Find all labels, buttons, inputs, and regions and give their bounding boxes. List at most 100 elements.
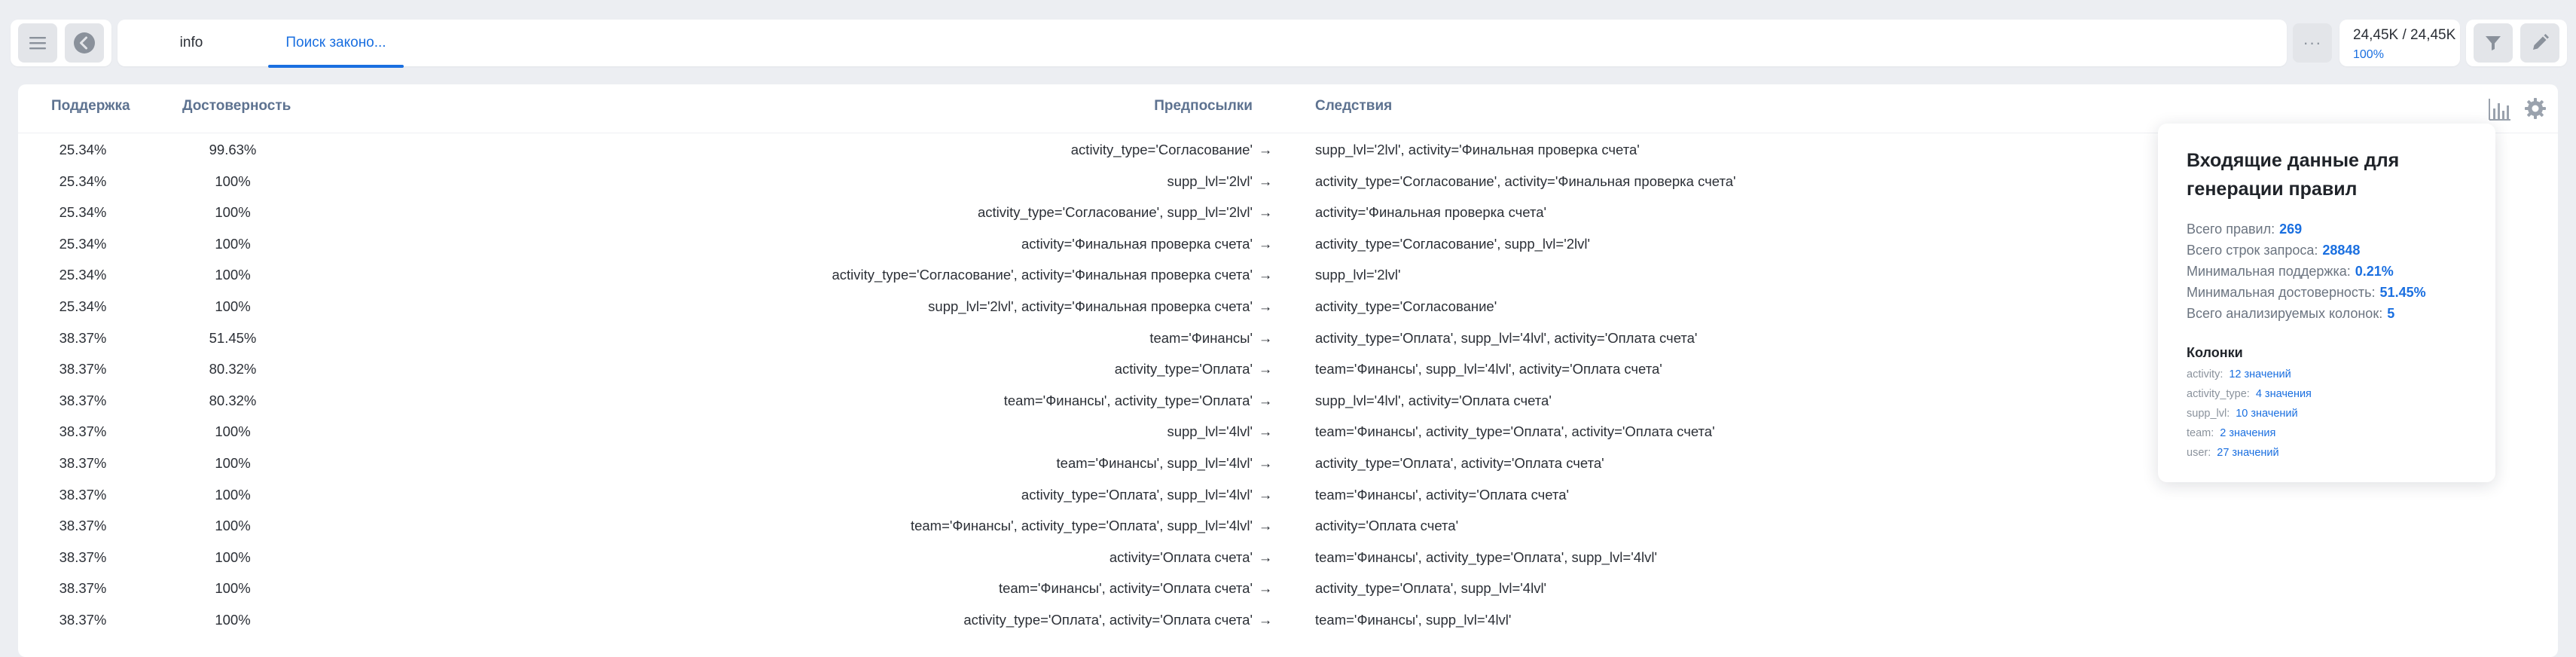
premise-cell: activity_type='Оплата', activity='Оплата… xyxy=(963,611,1253,628)
confidence-cell: 100% xyxy=(215,423,251,440)
table-row[interactable]: 38.37% 100% activity='Оплата счета' → te… xyxy=(18,542,2558,573)
support-cell: 38.37% xyxy=(59,611,107,628)
consequent-cell: team='Финансы', activity_type='Оплата', … xyxy=(1315,549,1658,565)
header-premises[interactable]: Предпосылки xyxy=(1154,98,1253,115)
support-cell: 38.37% xyxy=(59,392,107,408)
support-cell: 38.37% xyxy=(59,361,107,377)
support-cell: 25.34% xyxy=(59,235,107,252)
consequent-cell: activity_type='Согласование' xyxy=(1315,298,1497,314)
confidence-cell: 100% xyxy=(215,235,251,252)
premise-cell: activity_type='Согласование', activity='… xyxy=(832,267,1253,283)
stat-value: 28848 xyxy=(2322,243,2361,258)
premise-cell: supp_lvl='4lvl' xyxy=(1167,423,1253,440)
implication-arrow: → xyxy=(1258,423,1273,440)
column-values-link[interactable]: 12 значений xyxy=(2229,368,2291,380)
support-cell: 38.37% xyxy=(59,518,107,534)
column-item-activity: activity: 12 значений xyxy=(2187,368,2291,380)
table-row[interactable]: 38.37% 100% team='Финансы', activity='Оп… xyxy=(18,573,2558,604)
columns-heading: Колонки xyxy=(2187,345,2243,360)
column-item-team: team: 2 значения xyxy=(2187,427,2275,439)
more-options-button[interactable]: ··· xyxy=(2293,23,2332,63)
column-item-activity-type: activity_type: 4 значения xyxy=(2187,388,2312,400)
stat-value: 51.45% xyxy=(2379,285,2426,300)
consequent-cell: activity_type='Оплата', supp_lvl='4lvl' xyxy=(1315,580,1547,597)
table-row[interactable]: 38.37% 100% team='Финансы', activity_typ… xyxy=(18,510,2558,542)
implication-arrow: → xyxy=(1258,486,1273,503)
column-name: activity_type: xyxy=(2187,388,2250,400)
confidence-cell: 100% xyxy=(215,173,251,189)
premise-cell: team='Финансы', activity='Оплата счета' xyxy=(998,580,1253,597)
confidence-cell: 100% xyxy=(215,549,251,565)
pencil-icon[interactable] xyxy=(2520,23,2559,63)
tab-pattern-search[interactable]: Поиск законо... xyxy=(268,20,404,68)
support-cell: 38.37% xyxy=(59,423,107,440)
consequent-cell: activity='Оплата счета' xyxy=(1315,518,1459,534)
confidence-cell: 100% xyxy=(215,518,251,534)
confidence-cell: 100% xyxy=(215,298,251,314)
table-row[interactable]: 38.37% 100% activity_type='Оплата', supp… xyxy=(18,479,2558,511)
column-values-link[interactable]: 4 значения xyxy=(2256,388,2312,400)
implication-arrow: → xyxy=(1258,392,1273,408)
consequent-cell: activity='Финальная проверка счета' xyxy=(1315,204,1547,221)
hamburger-menu-icon[interactable] xyxy=(18,23,57,63)
premise-cell: team='Финансы' xyxy=(1149,329,1253,346)
header-support[interactable]: Поддержка xyxy=(51,98,130,115)
confidence-cell: 99.63% xyxy=(209,142,257,157)
column-name: activity: xyxy=(2187,368,2223,380)
gear-icon[interactable] xyxy=(2523,96,2547,124)
premise-cell: team='Финансы', activity_type='Оплата', … xyxy=(910,518,1253,534)
support-cell: 25.34% xyxy=(59,173,107,189)
implication-arrow: → xyxy=(1258,173,1273,189)
consequent-cell: activity_type='Оплата', supp_lvl='4lvl',… xyxy=(1315,329,1698,346)
column-values-link[interactable]: 10 значений xyxy=(2236,408,2297,420)
confidence-cell: 100% xyxy=(215,454,251,471)
stat-total-query-rows: Всего строк запроса: 28848 xyxy=(2187,243,2360,258)
column-values-link[interactable]: 27 значений xyxy=(2217,447,2278,459)
stat-min-confidence: Минимальная достоверность: 51.45% xyxy=(2187,285,2426,301)
support-cell: 25.34% xyxy=(59,204,107,221)
implication-arrow: → xyxy=(1258,361,1273,377)
nav-controls xyxy=(11,20,111,66)
confidence-cell: 80.32% xyxy=(209,392,257,408)
header-consequents[interactable]: Следствия xyxy=(1315,98,1392,115)
column-values-link[interactable]: 2 значения xyxy=(2220,427,2275,439)
back-arrow-icon[interactable] xyxy=(65,23,104,63)
table-row[interactable]: 38.37% 100% activity_type='Оплата', acti… xyxy=(18,604,2558,636)
consequent-cell: team='Финансы', activity_type='Оплата', … xyxy=(1315,423,1715,440)
implication-arrow: → xyxy=(1258,580,1273,597)
info-panel-title: Входящие данные для генерации правил xyxy=(2187,150,2400,200)
more-options-icon: ··· xyxy=(2303,33,2322,52)
support-cell: 38.37% xyxy=(59,486,107,503)
filter-icon[interactable] xyxy=(2474,23,2513,63)
implication-arrow: → xyxy=(1258,611,1273,628)
support-cell: 38.37% xyxy=(59,454,107,471)
consequent-cell: activity_type='Согласование', supp_lvl='… xyxy=(1315,235,1591,252)
support-cell: 38.37% xyxy=(59,549,107,565)
premise-cell: supp_lvl='2lvl', activity='Финальная про… xyxy=(928,298,1253,314)
tab-info[interactable]: info xyxy=(154,20,229,66)
column-name: team: xyxy=(2187,427,2214,439)
implication-arrow: → xyxy=(1258,298,1273,314)
consequent-cell: supp_lvl='2lvl', activity='Финальная про… xyxy=(1315,142,1640,157)
stat-analyzed-columns: Всего анализируемых колонок: 5 xyxy=(2187,306,2394,322)
row-count: 24,45K / 24,45K xyxy=(2353,27,2456,43)
bar-chart-icon[interactable] xyxy=(2487,96,2513,126)
rules-info-panel: Входящие данные для генерации правил Все… xyxy=(2158,124,2495,482)
stat-label: Всего правил: xyxy=(2187,222,2275,237)
top-toolbar: info Поиск законо... ··· 24,45K / 24,45K… xyxy=(0,0,2576,83)
premise-cell: activity_type='Согласование' xyxy=(1070,142,1253,157)
premise-cell: activity_type='Согласование', supp_lvl='… xyxy=(977,204,1253,221)
tab-pattern-search-label: Поиск законо... xyxy=(285,35,386,50)
stat-label: Всего строк запроса: xyxy=(2187,243,2318,258)
premise-cell: team='Финансы', activity_type='Оплата' xyxy=(1003,392,1253,408)
stat-value: 5 xyxy=(2387,306,2395,321)
implication-arrow: → xyxy=(1258,549,1273,565)
stat-label: Минимальная достоверность: xyxy=(2187,285,2376,300)
tab-info-label: info xyxy=(179,35,203,50)
stat-label: Всего анализируемых колонок: xyxy=(2187,306,2383,321)
implication-arrow: → xyxy=(1258,454,1273,471)
header-confidence[interactable]: Достоверность xyxy=(182,98,291,115)
confidence-cell: 51.45% xyxy=(209,329,257,346)
column-item-supp-lvl: supp_lvl: 10 значений xyxy=(2187,408,2298,420)
confidence-cell: 80.32% xyxy=(209,361,257,377)
